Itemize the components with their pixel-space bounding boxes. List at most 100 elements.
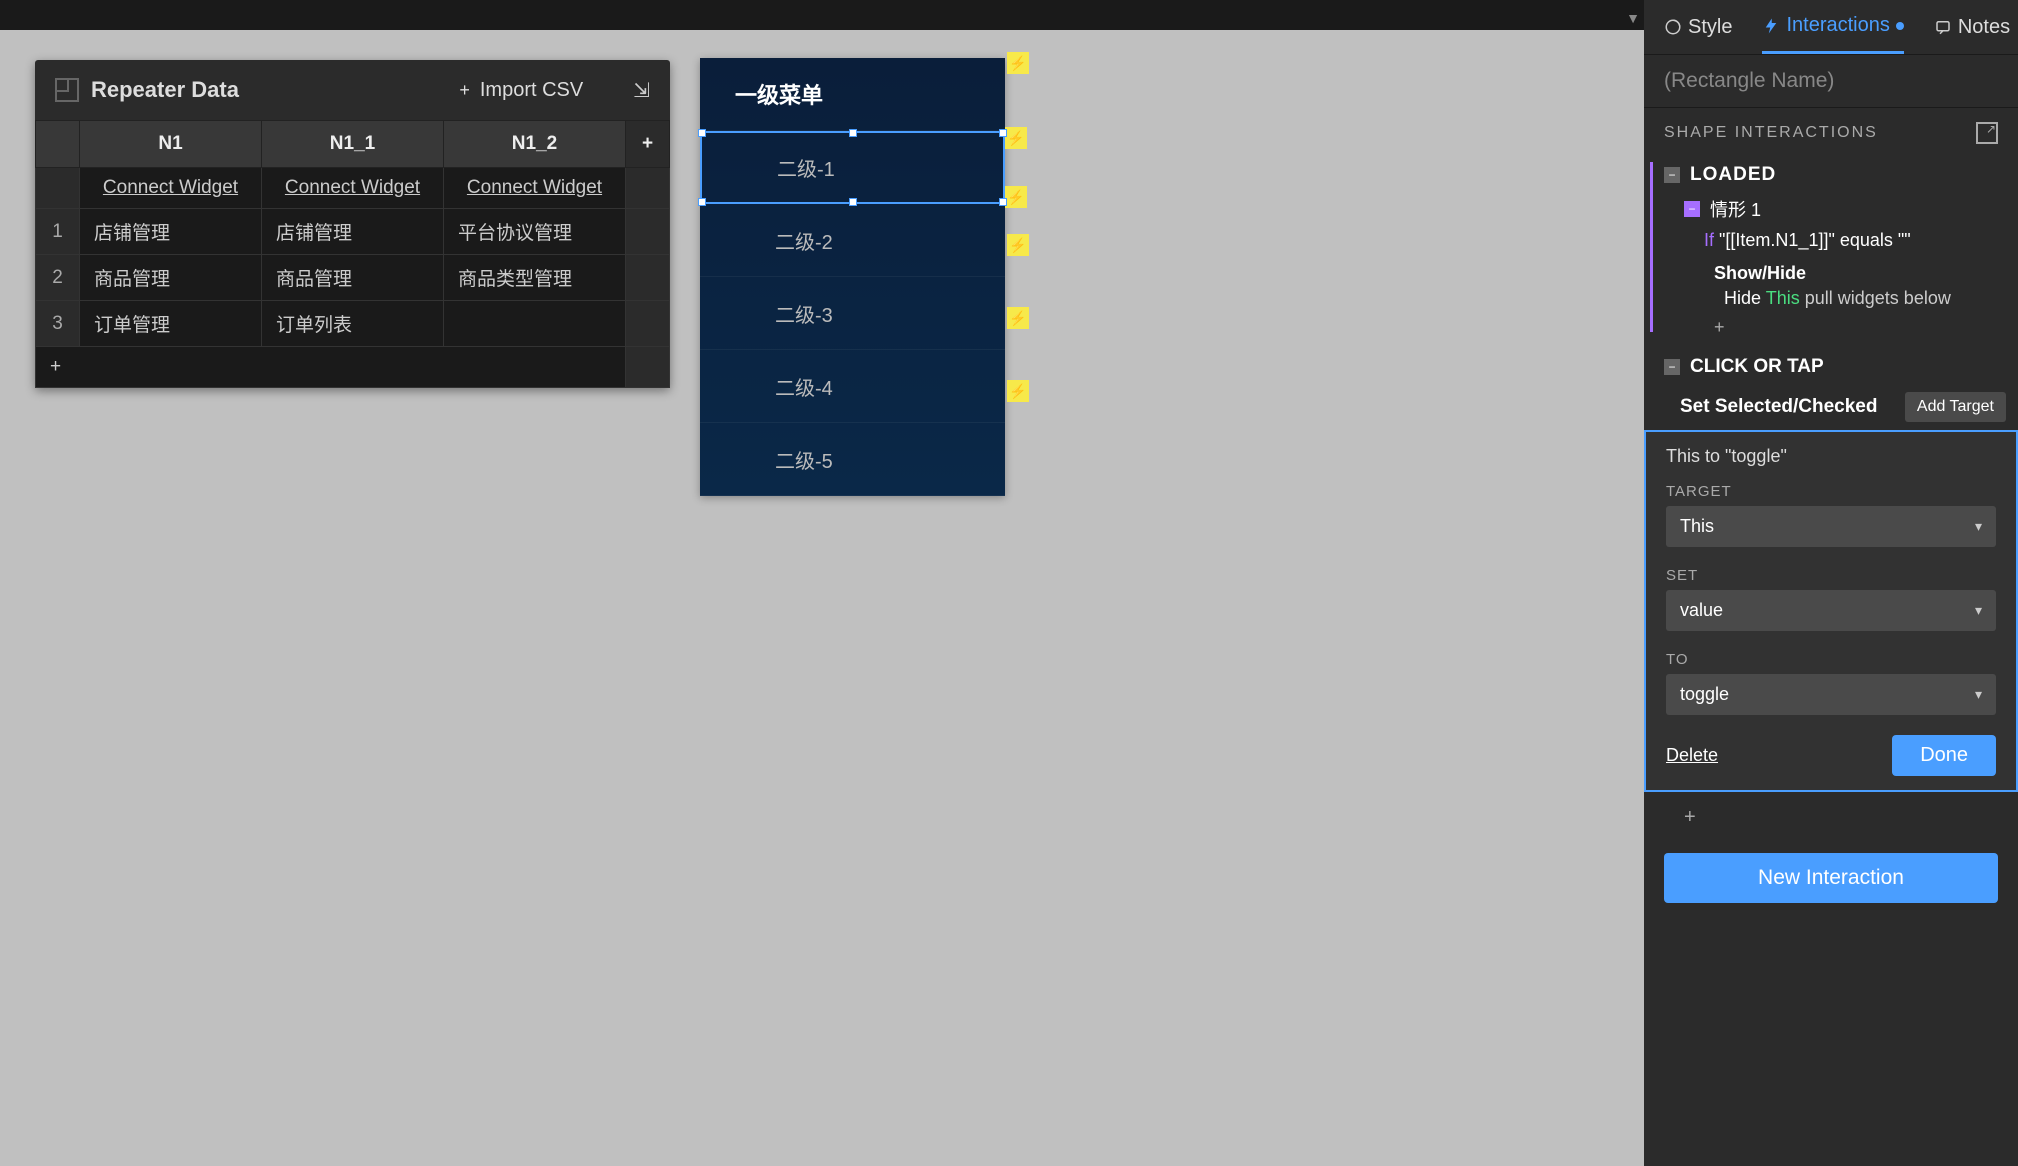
import-csv-button[interactable]: + Import CSV xyxy=(459,79,583,102)
case-label[interactable]: 情形 1 xyxy=(1710,196,1761,222)
panel-tabs: Style Interactions Notes xyxy=(1644,0,2018,55)
bolt-icon[interactable]: ⚡ xyxy=(1007,307,1029,329)
bolt-icon[interactable]: ⚡ xyxy=(1007,234,1029,256)
menu-item-label: 二级-4 xyxy=(775,372,833,401)
add-column-button[interactable]: + xyxy=(626,121,670,168)
row-number: 2 xyxy=(36,255,80,301)
cell[interactable] xyxy=(444,301,626,347)
plus-icon: + xyxy=(459,80,470,101)
set-select[interactable]: value ▾ xyxy=(1666,590,1996,631)
tab-style[interactable]: Style xyxy=(1664,0,1732,54)
condition-row[interactable]: If "[[Item.N1_1]]" equals "" xyxy=(1664,226,1998,255)
tab-interactions[interactable]: Interactions xyxy=(1762,0,1903,54)
cell[interactable]: 平台协议管理 xyxy=(444,209,626,255)
table-row: 1 店铺管理 店铺管理 平台协议管理 xyxy=(36,209,670,255)
canvas-area: Repeater Data + Import CSV ⇲ N1 N1_1 N1_… xyxy=(0,30,1080,1166)
delete-button[interactable]: Delete xyxy=(1666,745,1718,766)
connect-widget-n1-2[interactable]: Connect Widget xyxy=(444,168,626,209)
add-event-button[interactable]: + xyxy=(1644,792,2018,843)
tab-notes[interactable]: Notes xyxy=(1934,0,2010,54)
cell[interactable]: 店铺管理 xyxy=(262,209,444,255)
collapse-icon[interactable]: − xyxy=(1664,167,1680,183)
repeater-title: Repeater Data xyxy=(91,77,459,103)
table-row: 2 商品管理 商品管理 商品类型管理 xyxy=(36,255,670,301)
collapse-icon[interactable]: − xyxy=(1664,359,1680,375)
connect-widget-n1-1[interactable]: Connect Widget xyxy=(262,168,444,209)
connect-row-end xyxy=(626,168,670,209)
bolt-icon[interactable]: ⚡ xyxy=(1005,127,1027,149)
collapse-icon[interactable]: − xyxy=(1684,201,1700,217)
cell[interactable]: 订单列表 xyxy=(262,301,444,347)
to-select[interactable]: toggle ▾ xyxy=(1666,674,1996,715)
action-detail[interactable]: Hide This pull widgets below xyxy=(1664,284,1998,309)
add-row-button[interactable]: + xyxy=(36,347,626,388)
shape-interactions-header: SHAPE INTERACTIONS xyxy=(1644,108,2018,158)
event-click-label[interactable]: CLICK OR TAP xyxy=(1690,356,1824,378)
repeater-data-panel: Repeater Data + Import CSV ⇲ N1 N1_1 N1_… xyxy=(35,60,670,388)
connect-widget-n1[interactable]: Connect Widget xyxy=(80,168,262,209)
click-event-section: − CLICK OR TAP Set Selected/Checked Add … xyxy=(1644,338,2018,792)
done-button[interactable]: Done xyxy=(1892,735,1996,776)
external-link-icon[interactable] xyxy=(1976,122,1998,144)
menu-item-label: 二级-3 xyxy=(775,299,833,328)
style-icon xyxy=(1664,18,1682,36)
element-name-field[interactable]: (Rectangle Name) xyxy=(1644,55,2018,108)
notes-icon xyxy=(1934,18,1952,36)
bolt-icon[interactable]: ⚡ xyxy=(1007,52,1029,74)
cell[interactable]: 订单管理 xyxy=(80,301,262,347)
set-selected-row: Set Selected/Checked Add Target xyxy=(1644,384,2018,430)
row-number: 1 xyxy=(36,209,80,255)
chevron-down-icon: ▾ xyxy=(1975,686,1982,703)
cell[interactable]: 店铺管理 xyxy=(80,209,262,255)
add-action-button[interactable]: + xyxy=(1664,309,1998,338)
menu-level1-label: 一级菜单 xyxy=(735,78,823,110)
selection-handle[interactable] xyxy=(999,129,1007,137)
menu-preview: 一级菜单 ⚡ 二级-1 ⚡ ⚡ 二级-2 ⚡ 二级-3 ⚡ 二级-4 ⚡ 二级-… xyxy=(700,58,1005,496)
column-header-n1-1[interactable]: N1_1 xyxy=(262,121,444,168)
menu-item-1[interactable]: 二级-1 ⚡ ⚡ xyxy=(700,131,1005,204)
menu-level1[interactable]: 一级菜单 ⚡ xyxy=(700,58,1005,131)
row-number: 3 xyxy=(36,301,80,347)
dropdown-arrow-icon[interactable]: ▼ xyxy=(1626,10,1640,26)
collapse-icon[interactable]: ⇲ xyxy=(633,78,650,103)
cell[interactable]: 商品管理 xyxy=(80,255,262,301)
import-csv-label: Import CSV xyxy=(480,79,583,102)
chevron-down-icon: ▾ xyxy=(1975,518,1982,535)
menu-item-3[interactable]: 二级-3 ⚡ xyxy=(700,277,1005,350)
menu-item-label: 二级-1 xyxy=(777,153,835,182)
chevron-down-icon: ▾ xyxy=(1975,602,1982,619)
to-label: TO xyxy=(1666,651,1996,668)
cell[interactable]: 商品类型管理 xyxy=(444,255,626,301)
action-description: This to "toggle" xyxy=(1666,446,1996,467)
menu-item-5[interactable]: 二级-5 xyxy=(700,423,1005,496)
loaded-event: − LOADED − 情形 1 If "[[Item.N1_1]]" equal… xyxy=(1644,158,2018,338)
lightning-icon xyxy=(1762,17,1780,35)
corner-cell xyxy=(36,121,80,168)
bolt-icon[interactable]: ⚡ xyxy=(1007,380,1029,402)
new-interaction-button[interactable]: New Interaction xyxy=(1664,853,1998,903)
bolt-icon[interactable]: ⚡ xyxy=(1005,186,1027,208)
column-header-n1[interactable]: N1 xyxy=(80,121,262,168)
set-label: SET xyxy=(1666,567,1996,584)
target-select[interactable]: This ▾ xyxy=(1666,506,1996,547)
target-label: TARGET xyxy=(1666,483,1996,500)
selection-handle[interactable] xyxy=(849,129,857,137)
add-target-button[interactable]: Add Target xyxy=(1905,392,2006,422)
grid-icon xyxy=(55,78,79,102)
cell[interactable]: 商品管理 xyxy=(262,255,444,301)
menu-item-2[interactable]: 二级-2 ⚡ xyxy=(700,204,1005,277)
menu-item-label: 二级-5 xyxy=(775,445,833,474)
action-set-selected[interactable]: Set Selected/Checked xyxy=(1680,396,1877,418)
selection-handle[interactable] xyxy=(698,129,706,137)
menu-item-label: 二级-2 xyxy=(775,226,833,255)
table-row: 3 订单管理 订单列表 xyxy=(36,301,670,347)
event-loaded-label[interactable]: LOADED xyxy=(1690,164,1776,186)
column-header-n1-2[interactable]: N1_2 xyxy=(444,121,626,168)
action-edit-panel: This to "toggle" TARGET This ▾ SET value… xyxy=(1644,430,2018,792)
active-dot-icon xyxy=(1896,22,1904,30)
repeater-table: N1 N1_1 N1_2 + Connect Widget Connect Wi… xyxy=(35,120,670,388)
right-panel: Style Interactions Notes (Rectangle Name… xyxy=(1644,0,2018,1166)
action-showhide[interactable]: Show/Hide xyxy=(1664,255,1998,284)
connect-row-spacer xyxy=(36,168,80,209)
menu-item-4[interactable]: 二级-4 ⚡ xyxy=(700,350,1005,423)
